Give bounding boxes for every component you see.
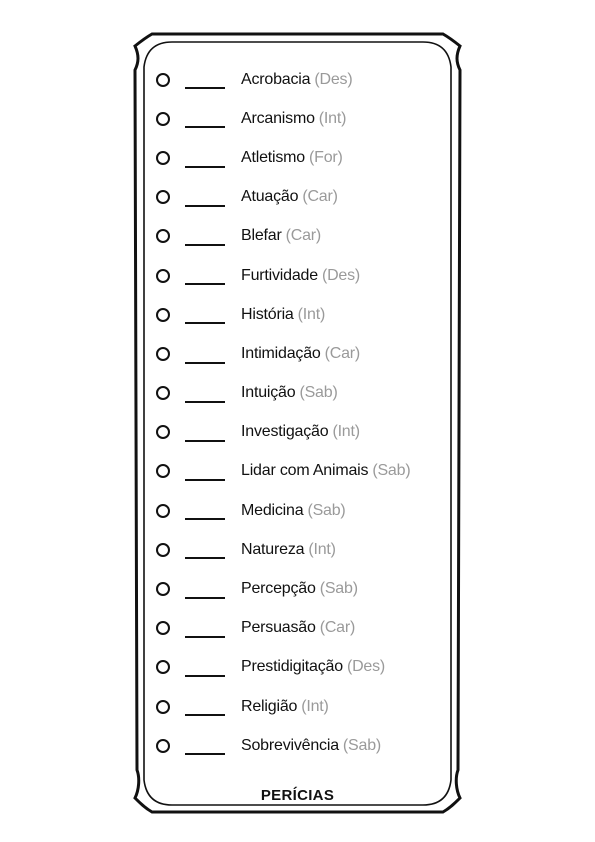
skill-name: Arcanismo xyxy=(241,109,315,127)
proficiency-checkbox[interactable] xyxy=(156,660,170,675)
skill-name: Prestidigitação xyxy=(241,658,343,676)
skill-row: Religião (Int) xyxy=(156,687,456,726)
bonus-field[interactable] xyxy=(185,479,225,482)
skill-attribute: (Int) xyxy=(301,697,329,715)
skill-name: Atletismo xyxy=(241,148,305,166)
skill-name: Medicina xyxy=(241,501,304,519)
skill-attribute: (Des) xyxy=(314,70,353,88)
bonus-field[interactable] xyxy=(185,243,225,246)
skill-row: Intimidação (Car) xyxy=(156,334,456,373)
proficiency-checkbox[interactable] xyxy=(156,621,170,636)
proficiency-checkbox[interactable] xyxy=(156,346,170,361)
skill-row: Lidar com Animais (Sab) xyxy=(156,452,456,491)
bonus-field[interactable] xyxy=(185,518,225,521)
skill-attribute: (Sab) xyxy=(307,501,346,519)
skill-row: Intuição (Sab) xyxy=(156,374,456,413)
bonus-field[interactable] xyxy=(185,596,225,599)
proficiency-checkbox[interactable] xyxy=(156,268,170,283)
skill-attribute: (Int) xyxy=(332,423,360,441)
bonus-field[interactable] xyxy=(185,87,225,90)
skill-name: Investigação xyxy=(241,423,329,441)
proficiency-checkbox[interactable] xyxy=(156,229,170,244)
proficiency-checkbox[interactable] xyxy=(156,503,170,518)
skill-row: Atuação (Car) xyxy=(156,178,456,217)
skill-row: Prestidigitação (Des) xyxy=(156,648,456,687)
skill-name: Sobrevivência xyxy=(241,736,339,754)
skill-name: Natureza xyxy=(241,540,305,558)
skill-name: Intuição xyxy=(241,384,296,402)
skill-attribute: (Sab) xyxy=(319,580,358,598)
skill-attribute: (Car) xyxy=(324,344,361,362)
skill-attribute: (Car) xyxy=(302,188,338,206)
proficiency-checkbox[interactable] xyxy=(156,542,170,557)
skill-row: História (Int) xyxy=(156,295,456,334)
skill-attribute: (For) xyxy=(309,148,343,166)
skill-row: Arcanismo (Int) xyxy=(156,99,456,138)
skill-name: Blefar xyxy=(241,227,282,245)
skill-name: Percepção xyxy=(241,580,316,598)
bonus-field[interactable] xyxy=(185,361,225,364)
bonus-field[interactable] xyxy=(185,204,225,207)
bonus-field[interactable] xyxy=(185,126,225,129)
skill-name: Atuação xyxy=(241,188,299,206)
bonus-field[interactable] xyxy=(185,439,225,442)
skill-attribute: (Car) xyxy=(285,227,322,245)
skill-row: Sobrevivência (Sab) xyxy=(156,726,456,765)
bonus-field[interactable] xyxy=(185,557,225,560)
proficiency-checkbox[interactable] xyxy=(156,150,170,165)
bonus-field[interactable] xyxy=(185,675,225,677)
proficiency-checkbox[interactable] xyxy=(156,307,170,322)
proficiency-checkbox[interactable] xyxy=(156,111,170,126)
skill-attribute: (Int) xyxy=(318,109,347,127)
skill-row: Medicina (Sab) xyxy=(156,491,456,530)
bonus-field[interactable] xyxy=(185,753,225,756)
skill-row: Blefar (Car) xyxy=(156,217,456,256)
skill-attribute: (Sab) xyxy=(372,462,411,480)
proficiency-checkbox[interactable] xyxy=(156,464,170,479)
proficiency-checkbox[interactable] xyxy=(156,582,170,597)
skill-name: História xyxy=(241,305,294,323)
skill-attribute: (Sab) xyxy=(342,736,382,754)
skill-attribute: (Int) xyxy=(308,540,336,558)
skill-attribute: (Des) xyxy=(346,658,386,676)
skill-name: Furtividade xyxy=(241,266,318,284)
skill-name: Religião xyxy=(241,697,298,715)
skill-list: Acrobacia (Des) Arcanismo (Int) Atletismo (Fo… xyxy=(156,60,456,765)
proficiency-checkbox[interactable] xyxy=(156,425,170,440)
bonus-field[interactable] xyxy=(185,283,225,286)
skill-row: Acrobacia (Des) xyxy=(156,60,456,99)
skill-name: Acrobacia xyxy=(241,70,311,88)
proficiency-checkbox[interactable] xyxy=(156,699,170,714)
skill-row: Investigação (Int) xyxy=(156,413,456,452)
skill-row: Persuasão (Car) xyxy=(156,609,456,648)
bonus-field[interactable] xyxy=(185,635,225,638)
section-title: PERÍCIAS xyxy=(260,787,335,804)
skill-row: Atletismo (For) xyxy=(156,138,456,177)
skill-row: Furtividade (Des) xyxy=(156,256,456,295)
skill-name: Persuasão xyxy=(241,619,316,637)
skill-name: Lidar com Animais xyxy=(241,462,369,480)
skill-row: Natureza (Int) xyxy=(156,530,456,569)
proficiency-checkbox[interactable] xyxy=(156,72,170,87)
proficiency-checkbox[interactable] xyxy=(156,738,170,753)
proficiency-checkbox[interactable] xyxy=(156,190,170,205)
skill-attribute: (Des) xyxy=(321,266,361,284)
proficiency-checkbox[interactable] xyxy=(156,386,170,401)
skill-attribute: (Car) xyxy=(319,619,356,637)
skill-name: Intimidação xyxy=(241,344,321,362)
bonus-field[interactable] xyxy=(185,400,225,403)
bonus-field[interactable] xyxy=(185,714,225,717)
skill-attribute: (Int) xyxy=(297,305,326,323)
bonus-field[interactable] xyxy=(185,165,225,168)
skill-row: Percepção (Sab) xyxy=(156,569,456,608)
bonus-field[interactable] xyxy=(185,322,225,325)
skill-attribute: (Sab) xyxy=(299,384,338,402)
